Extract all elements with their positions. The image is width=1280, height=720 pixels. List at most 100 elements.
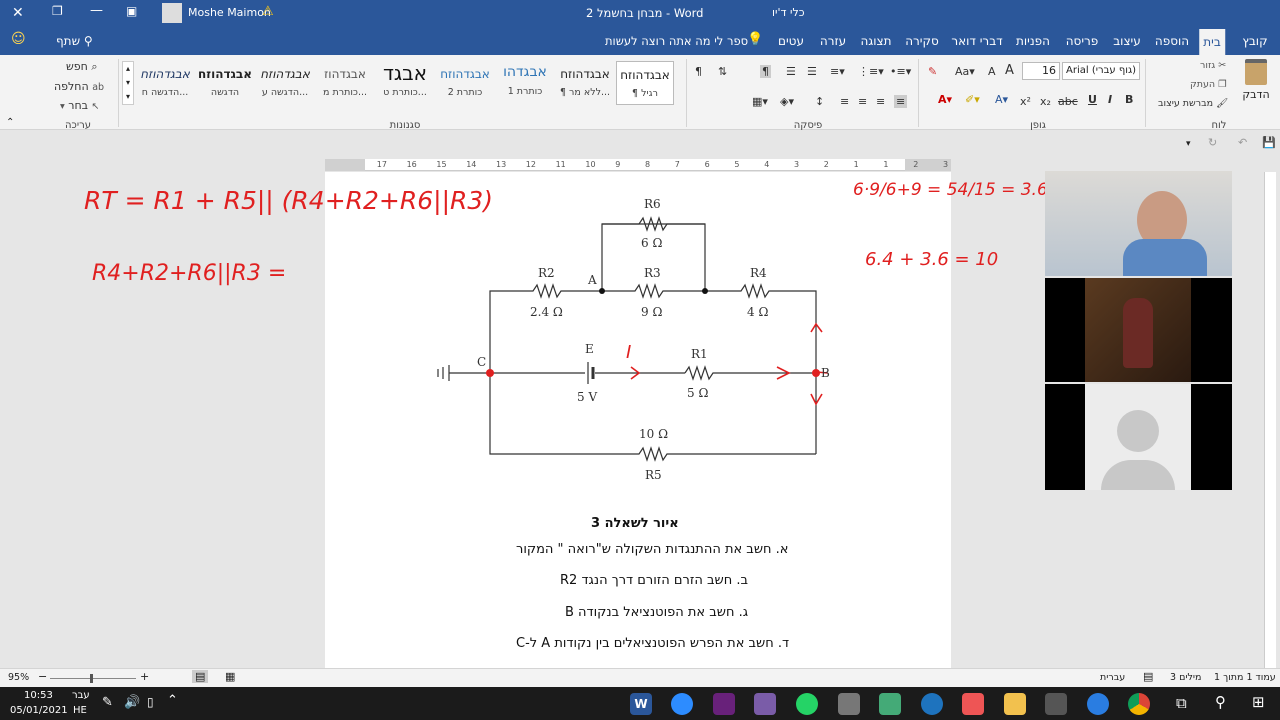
select-button[interactable]: ▾ בחר ↖ xyxy=(60,99,100,112)
justify-icon[interactable]: ≡ xyxy=(840,95,849,108)
word-count[interactable]: 3 מילים xyxy=(1170,672,1201,683)
align-right-icon[interactable]: ≡ xyxy=(894,95,908,108)
edge-legacy-icon[interactable] xyxy=(921,693,943,715)
grow-font-icon[interactable]: A xyxy=(1005,63,1014,78)
shading-icon[interactable]: ◈▾ xyxy=(780,95,794,108)
zoom-in-button[interactable]: + xyxy=(140,670,149,683)
shrink-font-icon[interactable]: A xyxy=(988,65,996,78)
subscript-icon[interactable]: x₂ xyxy=(1040,95,1051,108)
tab-mailings[interactable]: דברי דואר xyxy=(947,27,1006,55)
bullets-icon[interactable]: •≡▾ xyxy=(890,65,911,78)
style-item[interactable]: אבגדהוזח הדגשה xyxy=(196,61,254,105)
video-tile-placeholder[interactable] xyxy=(1045,384,1232,490)
app-icon[interactable] xyxy=(754,693,776,715)
tab-layout[interactable]: פריסה xyxy=(1062,27,1103,55)
highlight-icon[interactable]: ✐▾ xyxy=(965,93,980,106)
battery-icon[interactable]: ▯ xyxy=(147,695,154,709)
share-button[interactable]: שתף ⚲ xyxy=(56,34,93,48)
strikethrough-icon[interactable]: abc xyxy=(1058,95,1078,108)
video-tile-teacher[interactable] xyxy=(1045,171,1232,276)
tell-me-input[interactable]: ספר לי מה אתה רוצה לעשות xyxy=(605,34,748,48)
close-icon[interactable]: ✕ xyxy=(12,5,24,21)
smiley-icon[interactable]: ☺ xyxy=(11,31,26,47)
tab-references[interactable]: הפניות xyxy=(1012,27,1054,55)
visual-studio-icon[interactable] xyxy=(713,693,735,715)
tab-view[interactable]: תצוגה xyxy=(856,27,895,55)
style-item[interactable]: אבגדהוזח הדגשה ע... xyxy=(256,61,314,105)
camera-icon[interactable] xyxy=(1045,693,1067,715)
underline-icon[interactable]: U xyxy=(1088,93,1097,106)
refresh-icon[interactable]: ↻ xyxy=(1208,136,1217,149)
search-icon[interactable]: ⚲ xyxy=(1215,693,1226,711)
text-effects-icon[interactable]: A▾ xyxy=(995,93,1008,106)
collapse-ribbon-icon[interactable]: ⌃ xyxy=(6,117,14,128)
chrome-icon[interactable] xyxy=(1128,693,1150,715)
start-icon[interactable]: ⊞ xyxy=(1252,693,1265,711)
input-language-code[interactable]: HE xyxy=(73,705,87,716)
paste-button[interactable]: הדבק xyxy=(1240,59,1272,101)
align-center-icon[interactable]: ≡ xyxy=(876,95,885,108)
page-count[interactable]: עמוד 1 מתוך 1 xyxy=(1214,672,1276,683)
edge-icon[interactable] xyxy=(1087,693,1109,715)
style-item[interactable]: אבגדהוז כותרת מ... xyxy=(316,61,374,105)
zoom-app-icon[interactable] xyxy=(671,693,693,715)
vertical-ruler[interactable] xyxy=(1264,172,1276,668)
format-painter-button[interactable]: מברשת עיצוב 🖌 xyxy=(1158,98,1228,109)
borders-icon[interactable]: ▦▾ xyxy=(752,95,768,108)
taskbar-time[interactable]: 10:53 xyxy=(24,690,53,701)
horizontal-ruler[interactable]: 3 2 1 1 2 3 4 5 6 7 8 9 10 11 12 13 14 15 16 17 xyxy=(325,159,951,171)
file-explorer-icon[interactable] xyxy=(1004,693,1026,715)
taskbar-date[interactable]: 05/01/2021 xyxy=(10,705,68,716)
tray-chevron-icon[interactable]: ⌃ xyxy=(167,693,178,708)
superscript-icon[interactable]: x² xyxy=(1020,95,1031,108)
styles-scroll[interactable]: ▴ ▾ ▾ xyxy=(122,61,134,105)
zoom-level[interactable]: 95% xyxy=(8,672,29,683)
tab-pens[interactable]: עטים xyxy=(774,27,808,55)
italic-icon[interactable]: I xyxy=(1108,93,1112,106)
input-language[interactable]: עבר xyxy=(72,690,90,701)
tab-help[interactable]: עזרה xyxy=(816,27,850,55)
outdent-icon[interactable]: ☰ xyxy=(807,65,817,78)
app-icon[interactable] xyxy=(838,693,860,715)
sort-icon[interactable]: ⇅ xyxy=(718,65,727,78)
clear-format-icon[interactable]: ✎ xyxy=(928,65,937,78)
tab-insert[interactable]: הוספה xyxy=(1151,27,1193,55)
document-page[interactable]: R6 6 Ω R2 2.4 Ω A R3 9 Ω R4 4 Ω C E 5 V … xyxy=(325,172,951,670)
tab-design[interactable]: עיצוב xyxy=(1109,27,1145,55)
style-item[interactable]: אבגדהוזח הדגשה ח... xyxy=(136,61,194,105)
tab-home[interactable]: בית xyxy=(1199,29,1225,55)
style-item[interactable]: אבגד כותרת ט... xyxy=(376,61,434,105)
language-status[interactable]: עברית xyxy=(1100,672,1125,683)
restore-icon[interactable]: ❐ xyxy=(52,4,63,18)
save-icon[interactable]: 💾 xyxy=(1262,136,1276,149)
style-item[interactable]: אבגדהוזח ¶ ללא מר... xyxy=(556,61,614,105)
style-item[interactable]: אבגדהו כותרת 1 xyxy=(496,61,554,105)
video-tile-student[interactable] xyxy=(1045,278,1232,382)
find-button[interactable]: חפש ⌕ xyxy=(66,60,98,74)
rtl-icon[interactable]: ¶ xyxy=(760,65,771,78)
spelling-icon[interactable]: ▤ xyxy=(1143,670,1153,683)
user-name[interactable]: Moshe Maimon xyxy=(188,6,271,19)
pen-icon[interactable]: ✎ xyxy=(102,695,113,710)
indent-icon[interactable]: ☰ xyxy=(786,65,796,78)
show-marks-icon[interactable]: ¶ xyxy=(695,65,702,78)
chevron-down-icon[interactable]: ▾ xyxy=(1186,139,1191,149)
font-color-icon[interactable]: A▾ xyxy=(938,93,952,106)
change-case-icon[interactable]: Aa▾ xyxy=(955,65,975,78)
web-layout-icon[interactable]: ▦ xyxy=(225,670,235,683)
zoom-out-button[interactable]: − xyxy=(38,670,47,683)
style-item[interactable]: אבגדהוזח כותרת 2 xyxy=(436,61,494,105)
font-size-select[interactable]: 16 xyxy=(1022,62,1060,80)
font-name-select[interactable]: Arial (גוף עברי) xyxy=(1062,62,1140,80)
line-spacing-icon[interactable]: ↕ xyxy=(815,95,824,108)
minimize-icon[interactable]: — xyxy=(90,3,103,18)
whatsapp-icon[interactable] xyxy=(796,693,818,715)
print-layout-icon[interactable]: ▤ xyxy=(192,670,209,683)
numbering-icon[interactable]: ⋮≡▾ xyxy=(858,65,884,78)
cut-button[interactable]: גזור ✂ xyxy=(1200,60,1226,71)
ribbon-display-icon[interactable]: ▣ xyxy=(126,4,137,18)
warning-icon[interactable]: ⚠ xyxy=(262,4,274,19)
paint-icon[interactable] xyxy=(962,693,984,715)
app-icon[interactable] xyxy=(879,693,901,715)
bold-icon[interactable]: B xyxy=(1125,93,1133,106)
